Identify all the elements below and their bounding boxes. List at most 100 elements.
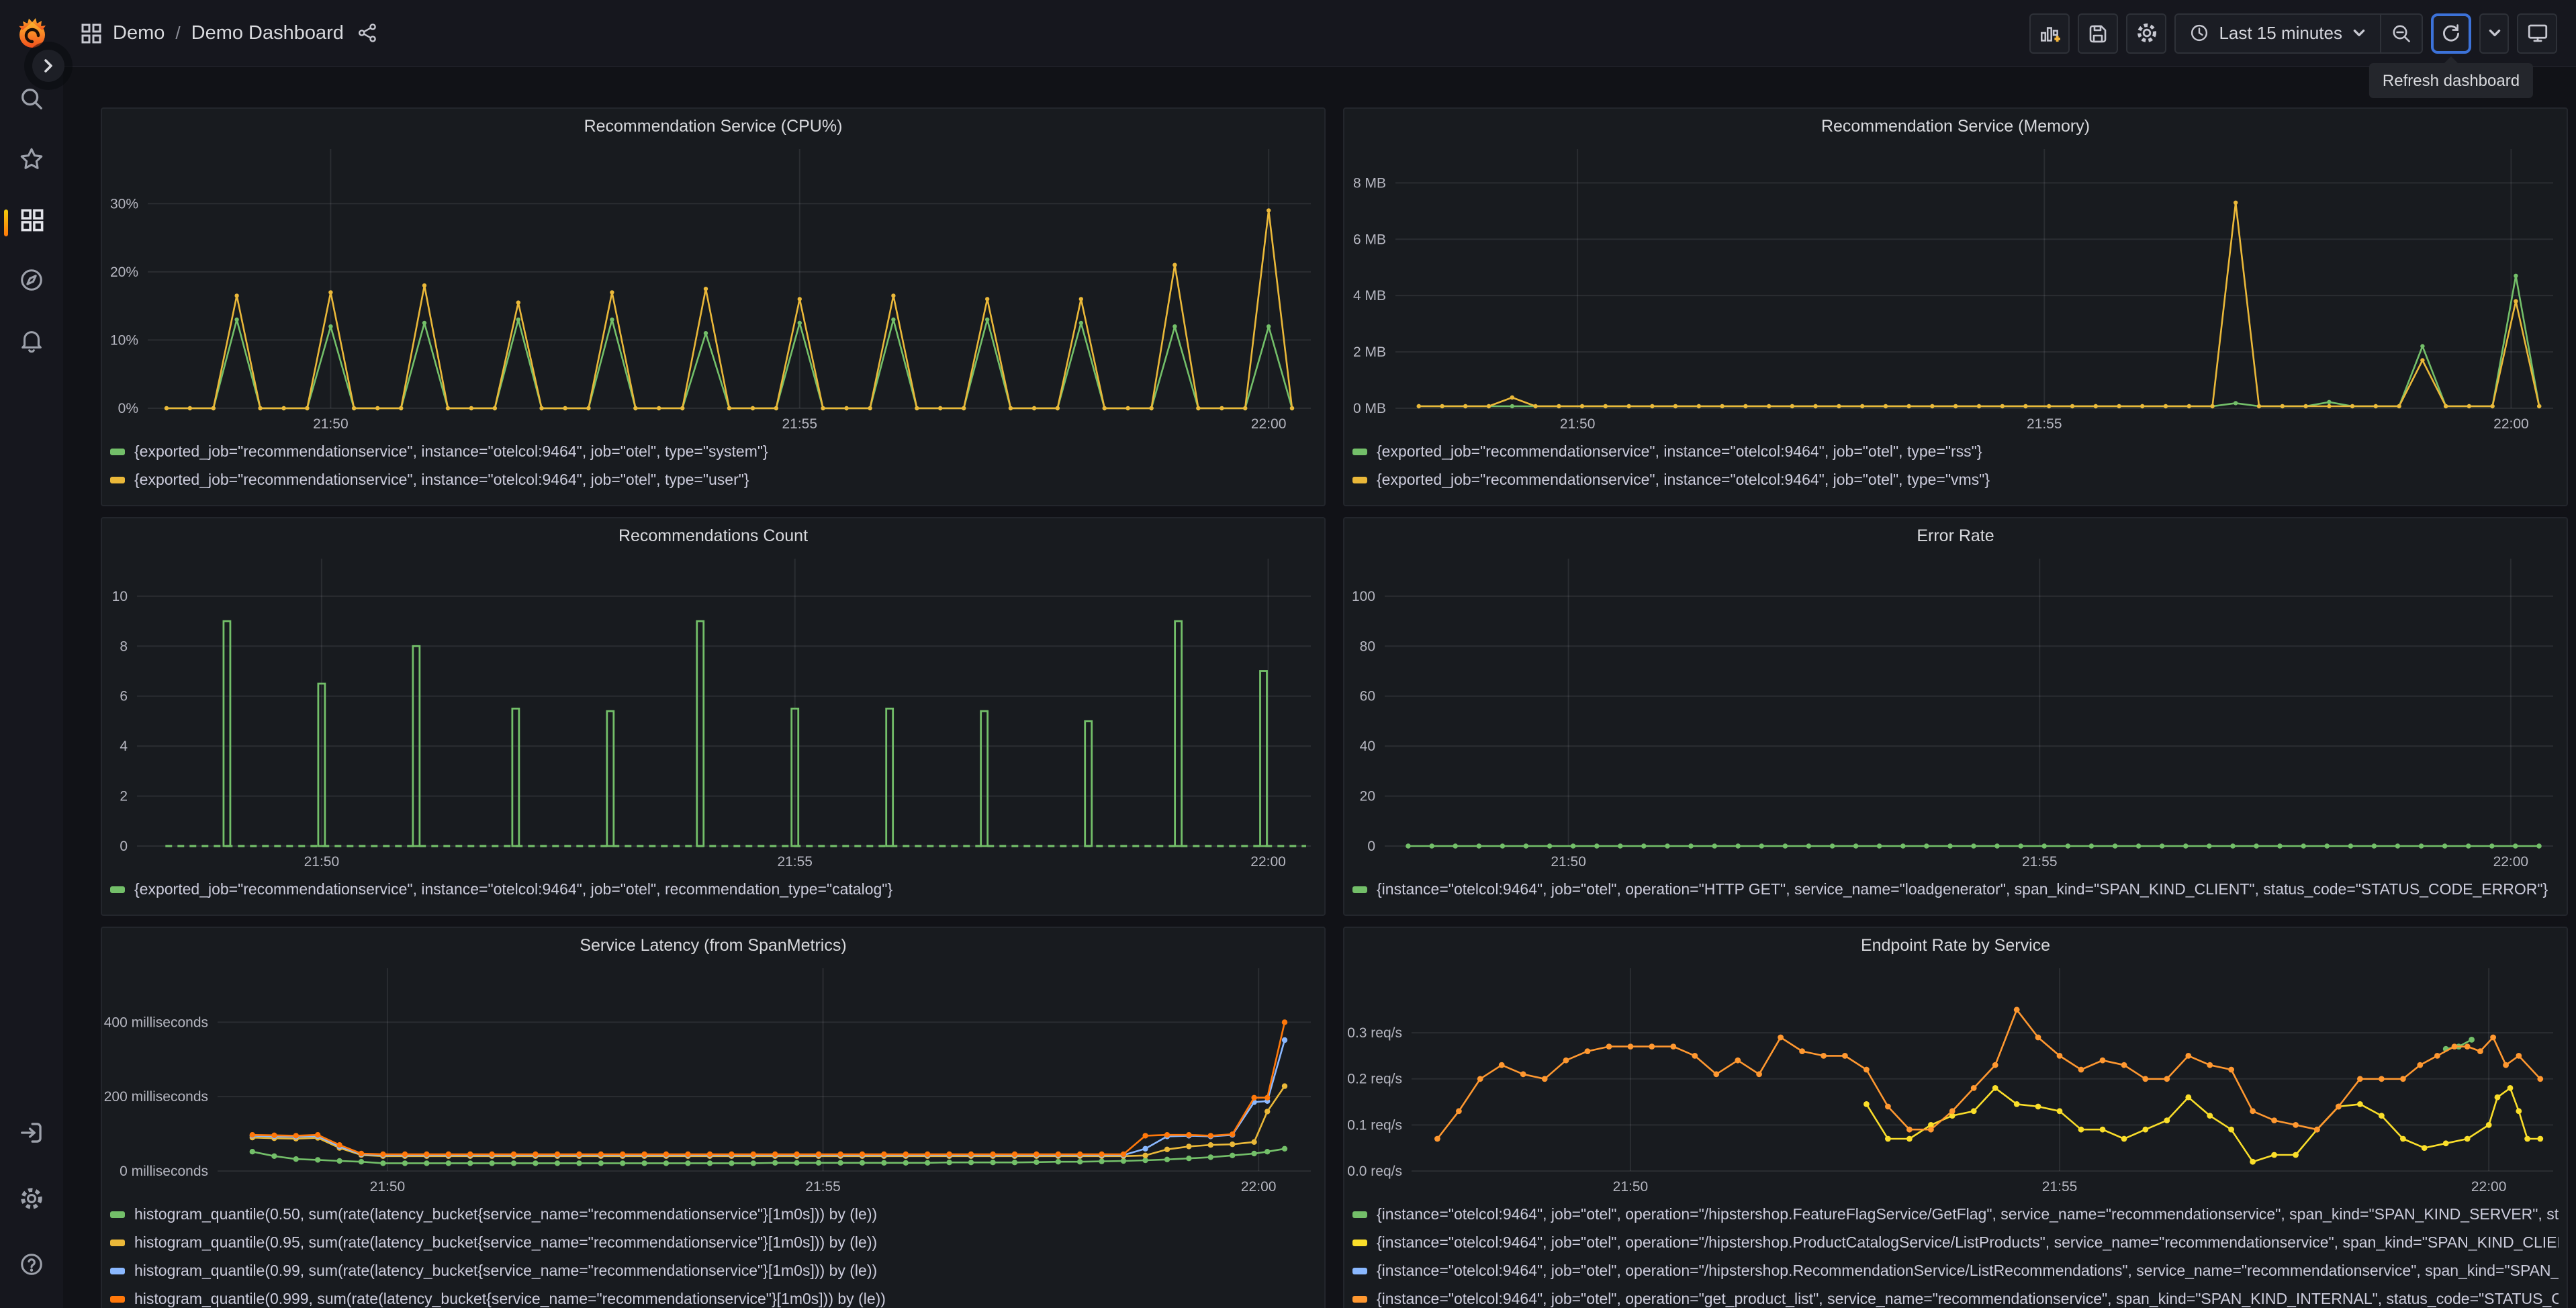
svg-text:10: 10 bbox=[112, 589, 128, 604]
svg-text:0%: 0% bbox=[118, 401, 138, 416]
svg-text:0.0 req/s: 0.0 req/s bbox=[1347, 1164, 1402, 1179]
legend-item[interactable]: {exported_job="recommendationservice", i… bbox=[1352, 466, 2559, 494]
svg-text:4: 4 bbox=[120, 739, 128, 754]
svg-text:21:50: 21:50 bbox=[304, 854, 340, 870]
svg-text:200 milliseconds: 200 milliseconds bbox=[104, 1089, 208, 1105]
legend-swatch bbox=[1352, 449, 1367, 455]
legend-item[interactable]: {instance="otelcol:9464", job="otel", op… bbox=[1352, 1285, 2559, 1308]
legend-item[interactable]: {instance="otelcol:9464", job="otel", op… bbox=[1352, 1257, 2559, 1285]
legend-swatch bbox=[1352, 886, 1367, 893]
svg-text:4 MB: 4 MB bbox=[1353, 288, 1386, 303]
chart-canvas[interactable]: 0 2 4 6 8 10 21:50 21:55 22:00 bbox=[102, 553, 1324, 873]
clock-icon bbox=[2189, 23, 2209, 43]
legend-item[interactable]: histogram_quantile(0.99, sum(rate(latenc… bbox=[110, 1257, 1316, 1285]
chart-canvas[interactable]: 0 MB 2 MB 4 MB 6 MB 8 MB 21:50 21:55 22:00 bbox=[1344, 144, 2567, 435]
legend-item[interactable]: {exported_job="recommendationservice", i… bbox=[110, 466, 1316, 494]
legend-swatch bbox=[110, 1211, 125, 1218]
sidebar-item-dashboards[interactable] bbox=[3, 199, 58, 247]
legend-item[interactable]: {exported_job="recommendationservice", i… bbox=[1352, 438, 2559, 466]
svg-text:400 milliseconds: 400 milliseconds bbox=[104, 1015, 208, 1030]
endpoint-rate-legend: {instance="otelcol:9464", job="otel", op… bbox=[1344, 1198, 2567, 1308]
refresh-interval-dropdown[interactable] bbox=[2479, 13, 2509, 53]
legend-item[interactable]: {instance="otelcol:9464", job="otel", op… bbox=[1352, 876, 2559, 904]
legend-swatch bbox=[1352, 477, 1367, 483]
svg-text:20%: 20% bbox=[110, 265, 138, 280]
zoom-out-button[interactable] bbox=[2381, 14, 2422, 52]
svg-text:22:00: 22:00 bbox=[2493, 416, 2529, 432]
svg-text:21:55: 21:55 bbox=[782, 416, 817, 432]
chart-canvas[interactable]: 0 20 40 60 80 100 21:50 21:55 22:00 bbox=[1344, 553, 2567, 873]
recommendations-count-chart[interactable]: 0 2 4 6 8 10 21:50 21:55 22:00 bbox=[102, 553, 1324, 873]
legend-swatch bbox=[110, 1240, 125, 1246]
memory-chart[interactable]: 0 MB 2 MB 4 MB 6 MB 8 MB 21:50 21:55 22:00 bbox=[1344, 144, 2567, 435]
panel-title[interactable]: Recommendation Service (CPU%) bbox=[102, 109, 1324, 144]
cpu-chart[interactable]: 0% 10% 20% 30% 21:50 21:55 22:00 bbox=[102, 144, 1324, 435]
sidebar-item-sign-in[interactable] bbox=[5, 1112, 58, 1160]
error-rate-legend: {instance="otelcol:9464", job="otel", op… bbox=[1344, 873, 2567, 915]
save-dashboard-button[interactable] bbox=[2078, 13, 2119, 53]
legend-label: {exported_job="recommendationservice", i… bbox=[1377, 472, 1990, 488]
refresh-dashboard-button[interactable] bbox=[2431, 13, 2471, 53]
legend-label: {instance="otelcol:9464", job="otel", op… bbox=[1377, 1207, 2559, 1223]
legend-label: {exported_job="recommendationservice", i… bbox=[134, 882, 893, 898]
legend-item[interactable]: {exported_job="recommendationservice", i… bbox=[110, 438, 1316, 466]
sidebar-item-help[interactable] bbox=[5, 1244, 58, 1292]
error-rate-chart[interactable]: 0 20 40 60 80 100 21:50 21:55 22:00 bbox=[1344, 553, 2567, 873]
dashboard-breadcrumb-icon bbox=[81, 22, 102, 44]
svg-text:21:50: 21:50 bbox=[1613, 1179, 1649, 1195]
endpoint-rate-chart[interactable]: 0.0 req/s 0.1 req/s 0.2 req/s 0.3 req/s 21:5… bbox=[1344, 963, 2567, 1198]
svg-text:0: 0 bbox=[120, 839, 128, 854]
dashboards-grid-icon bbox=[19, 207, 44, 238]
sidebar bbox=[0, 0, 63, 1308]
sidebar-item-settings[interactable] bbox=[5, 1178, 58, 1226]
panel-title[interactable]: Service Latency (from SpanMetrics) bbox=[102, 928, 1324, 963]
help-icon bbox=[19, 1252, 44, 1284]
time-range-group: Last 15 minutes bbox=[2174, 13, 2423, 53]
share-icon[interactable] bbox=[357, 23, 377, 43]
sidebar-item-explore[interactable] bbox=[5, 259, 58, 308]
compass-icon bbox=[19, 267, 44, 299]
dashboard-settings-button[interactable] bbox=[2126, 13, 2167, 53]
add-panel-button[interactable] bbox=[2029, 13, 2070, 53]
legend-item[interactable]: histogram_quantile(0.95, sum(rate(latenc… bbox=[110, 1229, 1316, 1257]
legend-item[interactable]: histogram_quantile(0.50, sum(rate(latenc… bbox=[110, 1201, 1316, 1229]
legend-item[interactable]: {instance="otelcol:9464", job="otel", op… bbox=[1352, 1201, 2559, 1229]
legend-item[interactable]: {exported_job="recommendationservice", i… bbox=[110, 876, 1316, 904]
panel-title[interactable]: Error Rate bbox=[1344, 518, 2567, 553]
legend-item[interactable]: {instance="otelcol:9464", job="otel", op… bbox=[1352, 1229, 2559, 1257]
sidebar-item-alerting[interactable] bbox=[5, 320, 58, 368]
chart-canvas[interactable]: 0% 10% 20% 30% 21:50 21:55 22:00 bbox=[102, 144, 1324, 435]
star-icon bbox=[19, 146, 44, 179]
breadcrumb-dashboard[interactable]: Demo Dashboard bbox=[191, 22, 344, 44]
panel-title[interactable]: Endpoint Rate by Service bbox=[1344, 928, 2567, 963]
svg-text:2 MB: 2 MB bbox=[1353, 344, 1386, 360]
svg-text:21:50: 21:50 bbox=[1560, 416, 1596, 432]
svg-text:21:50: 21:50 bbox=[1551, 854, 1586, 870]
refresh-wrap: Refresh dashboard bbox=[2368, 13, 2534, 97]
chart-canvas[interactable]: 0.0 req/s 0.1 req/s 0.2 req/s 0.3 req/s 21:5… bbox=[1344, 963, 2567, 1198]
chart-canvas[interactable]: 0 milliseconds 200 milliseconds 400 millis… bbox=[102, 963, 1324, 1198]
legend-label: {instance="otelcol:9464", job="otel", op… bbox=[1377, 882, 2548, 898]
sidebar-item-starred[interactable] bbox=[5, 138, 58, 187]
panel-title[interactable]: Recommendations Count bbox=[102, 518, 1324, 553]
memory-legend: {exported_job="recommendationservice", i… bbox=[1344, 435, 2567, 505]
time-range-picker[interactable]: Last 15 minutes bbox=[2176, 14, 2380, 52]
recommendations-count-legend: {exported_job="recommendationservice", i… bbox=[102, 873, 1324, 915]
legend-label: histogram_quantile(0.999, sum(rate(laten… bbox=[134, 1291, 886, 1307]
grafana-app: Demo / Demo Dashboard Last 15 minutes Re… bbox=[0, 0, 2576, 1308]
legend-label: {instance="otelcol:9464", job="otel", op… bbox=[1377, 1235, 2559, 1251]
time-range-label: Last 15 minutes bbox=[2219, 23, 2342, 43]
svg-text:6: 6 bbox=[120, 689, 128, 704]
sidebar-item-search[interactable] bbox=[5, 78, 58, 126]
legend-label: {instance="otelcol:9464", job="otel", op… bbox=[1377, 1263, 2559, 1279]
service-latency-chart[interactable]: 0 milliseconds 200 milliseconds 400 millis… bbox=[102, 963, 1324, 1198]
svg-text:21:55: 21:55 bbox=[2022, 854, 2058, 870]
tv-kiosk-button[interactable] bbox=[2517, 13, 2557, 53]
sidebar-expand-button[interactable] bbox=[32, 50, 64, 82]
panel-title[interactable]: Recommendation Service (Memory) bbox=[1344, 109, 2567, 144]
gear-icon bbox=[19, 1186, 44, 1218]
legend-swatch bbox=[110, 477, 125, 483]
breadcrumb-folder[interactable]: Demo bbox=[113, 22, 165, 44]
legend-item[interactable]: histogram_quantile(0.999, sum(rate(laten… bbox=[110, 1285, 1316, 1308]
legend-label: {instance="otelcol:9464", job="otel", op… bbox=[1377, 1291, 2559, 1307]
